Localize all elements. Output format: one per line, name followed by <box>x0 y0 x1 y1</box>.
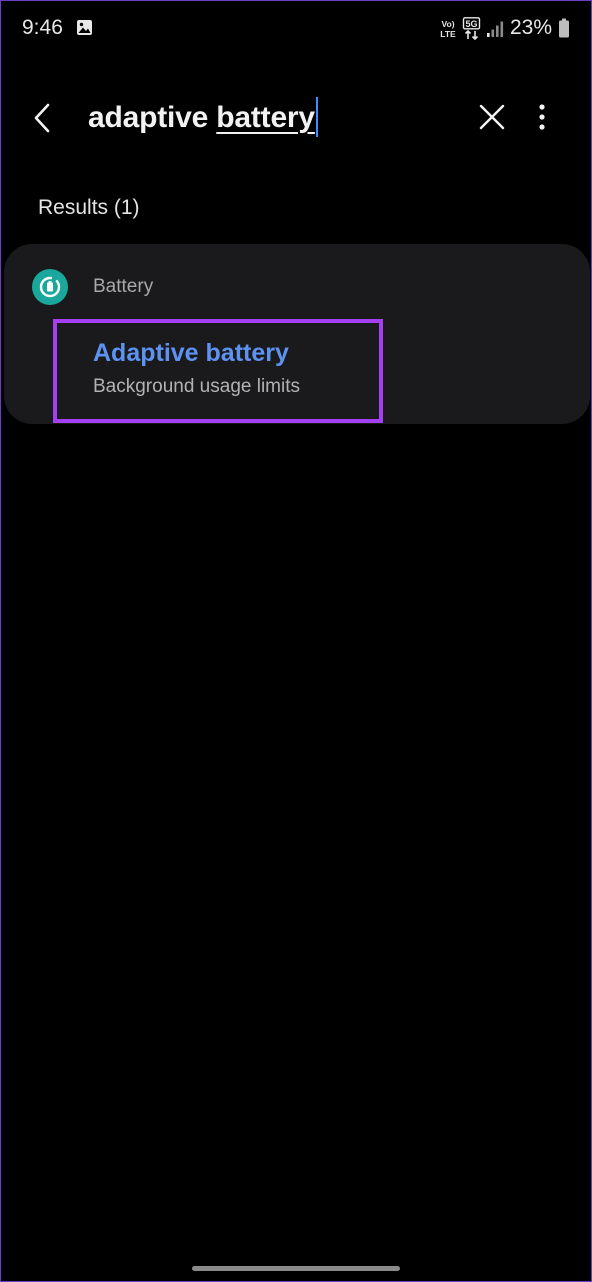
status-time: 9:46 <box>22 16 63 39</box>
battery-settings-icon <box>32 269 68 305</box>
battery-percent: 23% <box>510 16 553 39</box>
svg-text:Vo): Vo) <box>441 19 454 29</box>
more-options-button[interactable] <box>528 96 556 138</box>
results-header: Results (1) <box>38 196 140 219</box>
close-icon <box>479 104 505 130</box>
5g-network-icon: 5G <box>462 17 481 41</box>
chevron-left-icon <box>34 103 50 133</box>
image-icon <box>77 20 92 35</box>
result-title[interactable]: Adaptive battery <box>93 339 289 368</box>
result-category-label: Battery <box>93 276 154 297</box>
result-subtitle: Background usage limits <box>93 376 300 397</box>
battery-icon <box>559 18 569 38</box>
volte-icon: Vo) LTE <box>440 19 456 39</box>
back-button[interactable] <box>22 96 62 140</box>
more-vertical-icon <box>539 104 545 130</box>
clear-search-button[interactable] <box>474 96 510 138</box>
search-query-prefix: adaptive <box>88 101 217 134</box>
screen-frame <box>0 0 592 1282</box>
text-cursor <box>315 97 318 138</box>
search-query-word: battery <box>216 101 315 134</box>
search-input[interactable]: adaptive battery <box>88 92 458 144</box>
svg-text:LTE: LTE <box>440 29 456 39</box>
status-bar: 9:46 Vo) LTE 5G 23% <box>0 0 592 58</box>
svg-text:5G: 5G <box>465 19 477 29</box>
signal-strength-icon <box>487 21 504 37</box>
adaptive-battery-result[interactable] <box>53 319 383 423</box>
navigation-gesture-handle[interactable] <box>192 1266 400 1271</box>
